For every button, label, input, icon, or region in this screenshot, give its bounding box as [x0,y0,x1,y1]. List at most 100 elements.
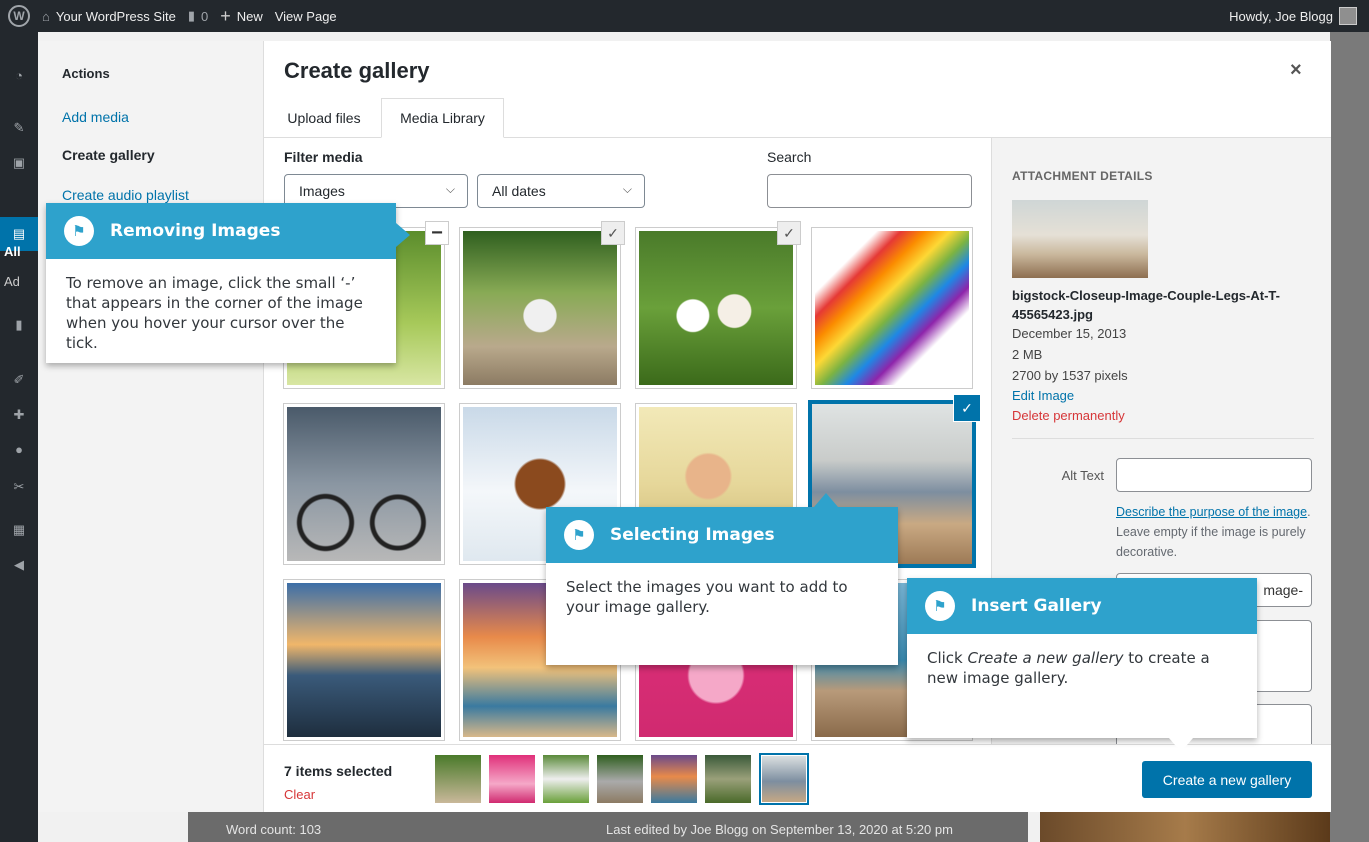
selected-thumb-kitten[interactable] [597,755,643,803]
account-menu[interactable]: Howdy, Joe Blogg [1229,0,1357,32]
library-image-bicycle[interactable] [284,404,444,564]
library-image-pencils[interactable] [812,228,972,388]
tour-title: Selecting Images [610,525,775,545]
attachment-preview-image [1012,200,1148,278]
close-icon[interactable]: × [1290,59,1302,82]
selected-thumb-woman-pink[interactable] [489,755,535,803]
minus-icon[interactable]: − [425,221,449,245]
tab-media-library[interactable]: Media Library [381,98,504,138]
tour-arrow [396,223,410,247]
attachment-details-heading: ATTACHMENT DETAILS [1012,169,1153,183]
pin-icon[interactable]: ✎ [11,120,27,135]
check-selected-icon[interactable]: ✓ [953,394,981,422]
chevron-down-icon: ⌵ [622,182,632,196]
delete-permanently-link[interactable]: Delete permanently [1012,408,1125,423]
tour-header: ⚑ Selecting Images [546,507,898,563]
library-image-puppies[interactable] [636,228,796,388]
actions-heading: Actions [62,66,110,81]
date-filter-value: All dates [492,183,546,199]
home-icon: ⌂ [42,8,50,24]
avatar [1339,7,1357,25]
modal-title: Create gallery [284,58,430,83]
users-icon[interactable]: ● [11,442,27,457]
media-type-value: Images [299,183,345,199]
view-page-link[interactable]: View Page [275,9,337,24]
tour-insert-gallery: ⚑ Insert Gallery Click Create a new galle… [907,578,1257,752]
tour-header: ⚑ Removing Images [46,203,396,259]
check-icon[interactable]: ✓ [601,221,625,245]
site-name-link[interactable]: ⌂ Your WordPress Site [42,9,176,24]
router-tabs: Upload files Media Library [264,98,1331,138]
admin-sidebar: ◔ ✎ ▣ ▤ All Ad ▮ ✐ ✚ ● ✂ ▦ ◀ [0,32,38,842]
describe-purpose-link[interactable]: Describe the purpose of the image [1116,505,1307,519]
date-filter-select[interactable]: All dates ⌵ [477,174,645,208]
comment-icon: ▮ [187,8,195,23]
background-image [1040,812,1330,842]
settings-icon[interactable]: ▦ [11,522,27,537]
filter-media-label: Filter media [284,149,363,165]
edit-image-link[interactable]: Edit Image [1012,388,1074,403]
selected-thumb-dog[interactable] [705,755,751,803]
tour-selecting-images: ⚑ Selecting Images Select the images you … [546,493,898,665]
dashboard-icon[interactable]: ◔ [11,68,27,83]
menu-add-media[interactable]: Add media [62,109,129,125]
create-new-gallery-button[interactable]: Create a new gallery [1142,761,1312,798]
alt-text-description: Describe the purpose of the image. Leave… [1116,502,1312,562]
flag-icon: ⚑ [64,216,94,246]
chevron-down-icon: ⌵ [445,182,455,196]
selected-thumb-puppies[interactable] [543,755,589,803]
attachment-size: 2 MB [1012,347,1043,362]
search-input[interactable] [767,174,972,208]
plugins-icon[interactable]: ✚ [11,407,27,422]
tour-body-emphasis: Create a new gallery [967,649,1124,667]
menu-create-gallery[interactable]: Create gallery [62,147,155,163]
alt-text-input[interactable] [1116,458,1312,492]
tab-upload-files[interactable]: Upload files [274,98,374,138]
media-icon[interactable]: ▣ [11,155,27,170]
tour-body-pre: Click [927,649,968,667]
search-label: Search [767,149,812,165]
last-edited: Last edited by Joe Blogg on September 13… [606,822,953,837]
tour-arrow [1169,738,1193,752]
attachment-date: December 15, 2013 [1012,326,1127,341]
clear-selection-link[interactable]: Clear [284,787,315,802]
tour-removing-images: ⚑ Removing Images To remove an image, cli… [46,203,410,363]
howdy-label: Howdy, Joe Blogg [1229,8,1333,24]
check-icon[interactable]: ✓ [777,221,801,245]
library-image-kitten[interactable] [460,228,620,388]
attachment-filename: bigstock-Closeup-Image-Couple-Legs-At-T-… [1012,288,1280,322]
pages-icon: ▤ [12,226,26,241]
editor-footer: Word count: 103 Last edited by Joe Blogg… [188,812,1028,842]
menu-create-audio-playlist[interactable]: Create audio playlist [62,187,189,203]
tour-title: Removing Images [110,221,281,241]
selected-thumb-puppy[interactable] [435,755,481,803]
comments-link[interactable]: ▮ 0 [188,8,208,24]
submenu-all[interactable]: All [4,244,21,259]
tour-title: Insert Gallery [971,596,1102,616]
tour-body: To remove an image, click the small ‘-’ … [66,274,363,352]
appearance-icon[interactable]: ✐ [11,372,27,387]
tour-body: Click Create a new gallery to create a n… [907,634,1257,702]
selected-thumb-beach-legs[interactable] [759,753,809,805]
collapse-icon[interactable]: ◀ [11,557,27,572]
alt-text-label: Alt Text [1061,468,1104,483]
new-label: New [236,8,263,24]
divider [1012,438,1314,439]
word-count: Word count: 103 [226,822,322,837]
site-name-label: Your WordPress Site [55,8,176,24]
submenu-add[interactable]: Ad [4,274,20,289]
flag-icon: ⚑ [925,591,955,621]
wordpress-logo-icon[interactable]: W [8,5,30,27]
media-menu: Actions Add media Create gallery Create … [38,41,264,812]
comments-count: 0 [200,8,209,24]
tour-header: ⚑ Insert Gallery [907,578,1257,634]
attachment-dimensions: 2700 by 1537 pixels [1012,368,1128,383]
flag-icon: ⚑ [564,520,594,550]
selected-thumb-sunset[interactable] [651,755,697,803]
overlay-right [1330,32,1369,842]
selection-count: 7 items selected [284,763,393,779]
new-content-link[interactable]: + New [220,6,263,27]
comments-menu-icon[interactable]: ▮ [11,317,27,332]
tools-icon[interactable]: ✂ [11,479,27,494]
library-image-lighthouse[interactable] [284,580,444,740]
